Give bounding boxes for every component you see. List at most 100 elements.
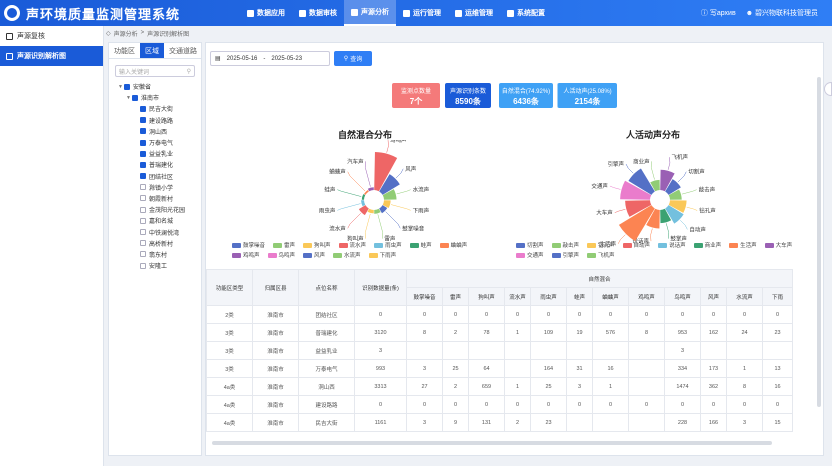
table-header-cell[interactable]: 水流声 [726,287,763,306]
tree-checkbox[interactable] [140,173,146,180]
legend-item[interactable]: 蛙声 [409,241,432,249]
horizontal-scrollbar[interactable] [212,441,772,445]
nav-item-5[interactable]: 运维管理 [448,0,500,26]
breadcrumb-item-1[interactable]: 声源分析 [114,29,138,38]
table-header-cell[interactable]: 狗叫声 [468,287,505,306]
tree-node[interactable]: 高桥新村 [109,238,201,249]
legend-item[interactable]: 商业声 [693,241,721,249]
table-row[interactable]: 2类 淮南市 团结社区 0 0 0 0 0 0 0 0 0 0 0 0 0 [206,305,793,324]
tree-node[interactable]: 嘉和名城 [109,215,201,226]
tree-node[interactable]: 朝霞新村 [109,193,201,204]
legend-item[interactable]: 流水声 [338,241,366,249]
collapse-handle[interactable] [824,82,832,96]
tree-node[interactable]: 团结社区 [109,171,201,182]
legend-item[interactable]: 飞机声 [587,251,615,259]
tree-node[interactable]: 建设路路 [109,115,201,126]
legend-item[interactable]: 下雨声 [368,251,396,259]
table-header-cell[interactable]: 鸟鸣声 [664,287,701,306]
nav-item-2[interactable]: 数据审核 [292,0,344,26]
tree-checkbox[interactable] [132,94,138,101]
legend-item[interactable]: 水流声 [333,251,361,259]
nav-item-3[interactable]: 声源分析 [344,0,396,26]
legend-item[interactable]: 鼓掌噪音 [232,241,265,249]
sidebar-item-2[interactable]: 声源识别解析图 [0,46,103,66]
table-row[interactable]: 3类 淮南市 普瑞建化 3120 8 2 78 1 109 19 576 8 953 162 24 23 [206,323,793,342]
legend-item[interactable]: 钻孔声 [587,241,615,249]
legend-item[interactable]: 大车声 [764,241,792,249]
legend-item[interactable]: 雷声 [273,241,295,249]
tree-checkbox[interactable] [140,128,146,135]
tree-search-input[interactable]: 输入关键词 ⚲ [115,65,195,77]
tree-checkbox[interactable] [140,161,146,168]
tree-node[interactable]: 万泰电气 [109,137,201,148]
tree-checkbox[interactable] [140,117,146,124]
tree-node[interactable]: 民吉大街 [109,103,201,114]
table-row[interactable]: 3类 淮南市 益益乳业 3 3 [206,341,793,360]
tree-checkbox[interactable] [140,206,146,213]
table-header-cell[interactable]: 风声 [700,287,727,306]
legend-item[interactable]: 切割声 [516,241,544,249]
legend-item[interactable]: 鸡鸣声 [232,251,260,259]
nav-item-1[interactable]: 数据应用 [240,0,292,26]
tree-checkbox[interactable] [140,150,146,157]
tree-checkbox[interactable] [140,229,146,236]
rose-segment[interactable] [374,208,381,214]
table-header-cell[interactable]: 雨虫声 [530,287,567,306]
table-header-cell[interactable]: 功能区类型 [206,269,253,306]
panel-tab-1[interactable]: 功能区 [109,43,140,58]
legend-item[interactable]: 狗叫声 [303,241,331,249]
legend-item[interactable]: 自动声 [622,241,650,249]
rose-segment[interactable] [367,208,374,214]
vertical-scrollbar[interactable] [817,77,821,407]
table-header-cell[interactable]: 鸡鸣声 [628,287,665,306]
tree-checkbox[interactable] [140,240,146,247]
tree-node[interactable]: 滁镇小学 [109,182,201,193]
rose-segment[interactable] [361,200,366,207]
table-row[interactable]: 3类 淮南市 万泰电气 993 3 25 64 164 31 16 334 173 1 13 [206,359,793,378]
legend-item[interactable]: 蛐蛐声 [439,241,467,249]
tree-node[interactable]: 安隆工 [109,260,201,271]
caret-down-icon[interactable]: ▼ [125,95,132,101]
query-button[interactable]: ⚲ 查询 [334,51,372,66]
rose-segment[interactable] [361,194,366,200]
legend-item[interactable]: 交通声 [516,251,544,259]
table-row[interactable]: 4a类 淮南市 洞山西 3313 27 2 659 1 25 3 1 1474 362 8 16 [206,377,793,396]
tree-node[interactable]: 翡东村 [109,249,201,260]
nav-item-6[interactable]: 系统配置 [500,0,552,26]
tree-node[interactable]: 普瑞建化 [109,159,201,170]
legend-item[interactable]: 生活声 [729,241,757,249]
table-header-cell[interactable]: 鼓掌噪音 [406,287,443,306]
tree-checkbox[interactable] [140,184,146,191]
tree-node[interactable]: 益益乳业 [109,148,201,159]
date-range-picker[interactable]: ▤ 2025-05-16 - 2025-05-23 [210,51,330,66]
panel-tab-2[interactable]: 区域 [140,43,164,58]
table-header-cell[interactable]: 雷声 [442,287,469,306]
legend-item[interactable]: 敲击声 [551,241,579,249]
table-row[interactable]: 4a类 淮南市 民吉大街 1161 3 9 131 2 23 228 166 3 15 [206,413,793,432]
legend-item[interactable]: 引擎声 [551,251,579,259]
tree-node[interactable]: ▼ 安徽省 [109,81,201,92]
tree-node[interactable]: 中铁澜悦湾 [109,226,201,237]
panel-tab-3[interactable]: 交通道路 [164,43,202,58]
legend-item[interactable]: 说话声 [658,241,686,249]
start-date[interactable]: 2025-05-16 [227,56,258,62]
tree-checkbox[interactable] [124,83,130,90]
table-header-cell[interactable]: 蛐蛐声 [592,287,629,306]
table-header-cell[interactable]: 下雨 [762,287,793,306]
table-header-cell[interactable]: 流水声 [504,287,531,306]
tree-node[interactable]: 洞山西 [109,126,201,137]
table-header-cell[interactable]: 归属区县 [252,269,299,306]
tree-node[interactable]: 金茂阳光花园 [109,204,201,215]
table-header-cell[interactable]: 蛙声 [566,287,593,306]
tree-checkbox[interactable] [140,262,146,269]
legend-item[interactable]: 雨虫声 [374,241,402,249]
nav-item-4[interactable]: 运行管理 [396,0,448,26]
tree-checkbox[interactable] [140,217,146,224]
tree-checkbox[interactable] [140,195,146,202]
legend-item[interactable]: 风声 [303,251,325,259]
table-header-cell[interactable]: 点位名称 [298,269,355,306]
caret-down-icon[interactable]: ▼ [117,84,124,90]
table-header-cell[interactable]: 识别数据量(条) [354,269,407,306]
tree-checkbox[interactable] [140,251,146,258]
tree-node[interactable]: ▼ 淮南市 [109,92,201,103]
